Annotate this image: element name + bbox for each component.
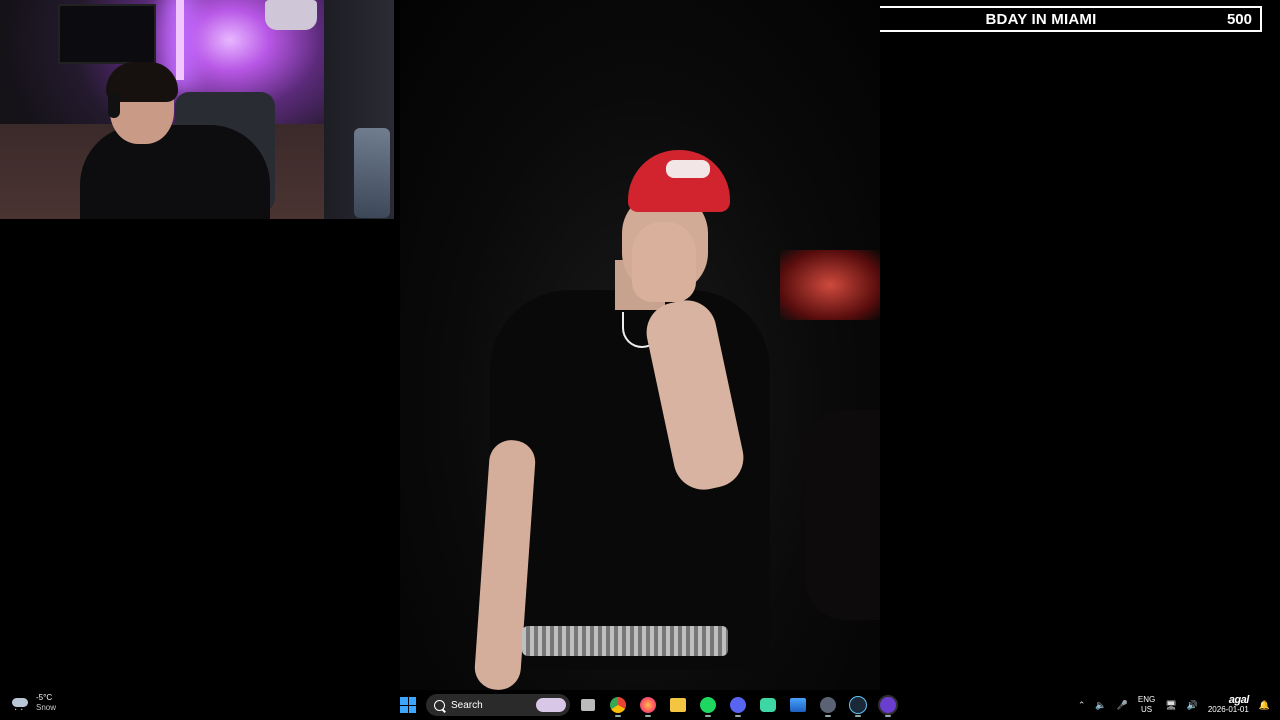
search-icon [434, 699, 445, 711]
steam-icon[interactable] [846, 693, 870, 717]
neon-light [176, 0, 184, 80]
cap-patch [666, 160, 710, 178]
taskbar-search[interactable]: Search [426, 694, 570, 716]
system-tray: ⌃ 🔈 🎤 ENG US 🖥 🔊 agal 2026-01-01 🔔 [1078, 693, 1270, 717]
clock-date: 2026-01-01 [1207, 705, 1249, 714]
volume-icon[interactable]: 🔊 [1187, 700, 1198, 711]
lamp [265, 0, 317, 30]
search-highlight-icon [536, 698, 566, 712]
background-person [805, 410, 880, 620]
lang-code: ENG [1137, 695, 1156, 704]
app-gray-icon[interactable] [816, 693, 840, 717]
weather-widget[interactable]: -5°C Snow [10, 693, 57, 715]
headphones [108, 92, 120, 118]
webcam-overlay [0, 0, 394, 219]
firefox-icon[interactable] [636, 693, 660, 717]
clock-brand-logo: agal [1228, 694, 1250, 706]
streamer-body [80, 125, 270, 219]
windows-start-icon[interactable] [396, 693, 420, 717]
task-view-icon[interactable] [576, 693, 600, 717]
obs-icon[interactable] [876, 693, 900, 717]
language-indicator[interactable]: ENG US [1138, 695, 1155, 715]
stream-screen: 47 BDAY IN MIAMI 500 -5°C Snow [0, 0, 1280, 720]
spotify-icon[interactable] [696, 693, 720, 717]
chevron-up-icon[interactable]: ⌃ [1078, 700, 1086, 711]
file-explorer-icon[interactable] [666, 693, 690, 717]
subscriber-goal-bar: 47 BDAY IN MIAMI 500 [838, 6, 1262, 32]
clock[interactable]: agal 2026-01-01 [1208, 695, 1249, 715]
weather-temp: -5°C [36, 693, 53, 702]
notification-icon[interactable]: 🔔 [1259, 700, 1270, 711]
photos-icon[interactable] [786, 693, 810, 717]
background-red-light [780, 250, 880, 320]
taskbar: -5°C Snow Search [0, 690, 1280, 720]
background-monitor [58, 4, 156, 64]
app-green-icon[interactable] [756, 693, 780, 717]
goal-title: BDAY IN MIAMI [985, 10, 1097, 28]
studded-belt [522, 626, 728, 656]
search-label: Search [451, 699, 483, 711]
chrome-icon[interactable] [606, 693, 630, 717]
goal-target: 500 [1226, 10, 1252, 28]
snow-cloud-icon [10, 695, 30, 715]
shelf-bottles [354, 128, 390, 218]
taskbar-apps: Search [396, 693, 900, 717]
lang-region: US [1140, 705, 1153, 714]
discord-icon[interactable] [726, 693, 750, 717]
microphone-icon[interactable]: 🎤 [1117, 700, 1128, 711]
speaker-icon[interactable]: 🔈 [1095, 700, 1106, 711]
weather-condition: Snow [36, 703, 57, 712]
subject-hand [632, 222, 696, 302]
network-icon[interactable]: 🖥 [1165, 700, 1176, 711]
main-photo [400, 0, 880, 690]
